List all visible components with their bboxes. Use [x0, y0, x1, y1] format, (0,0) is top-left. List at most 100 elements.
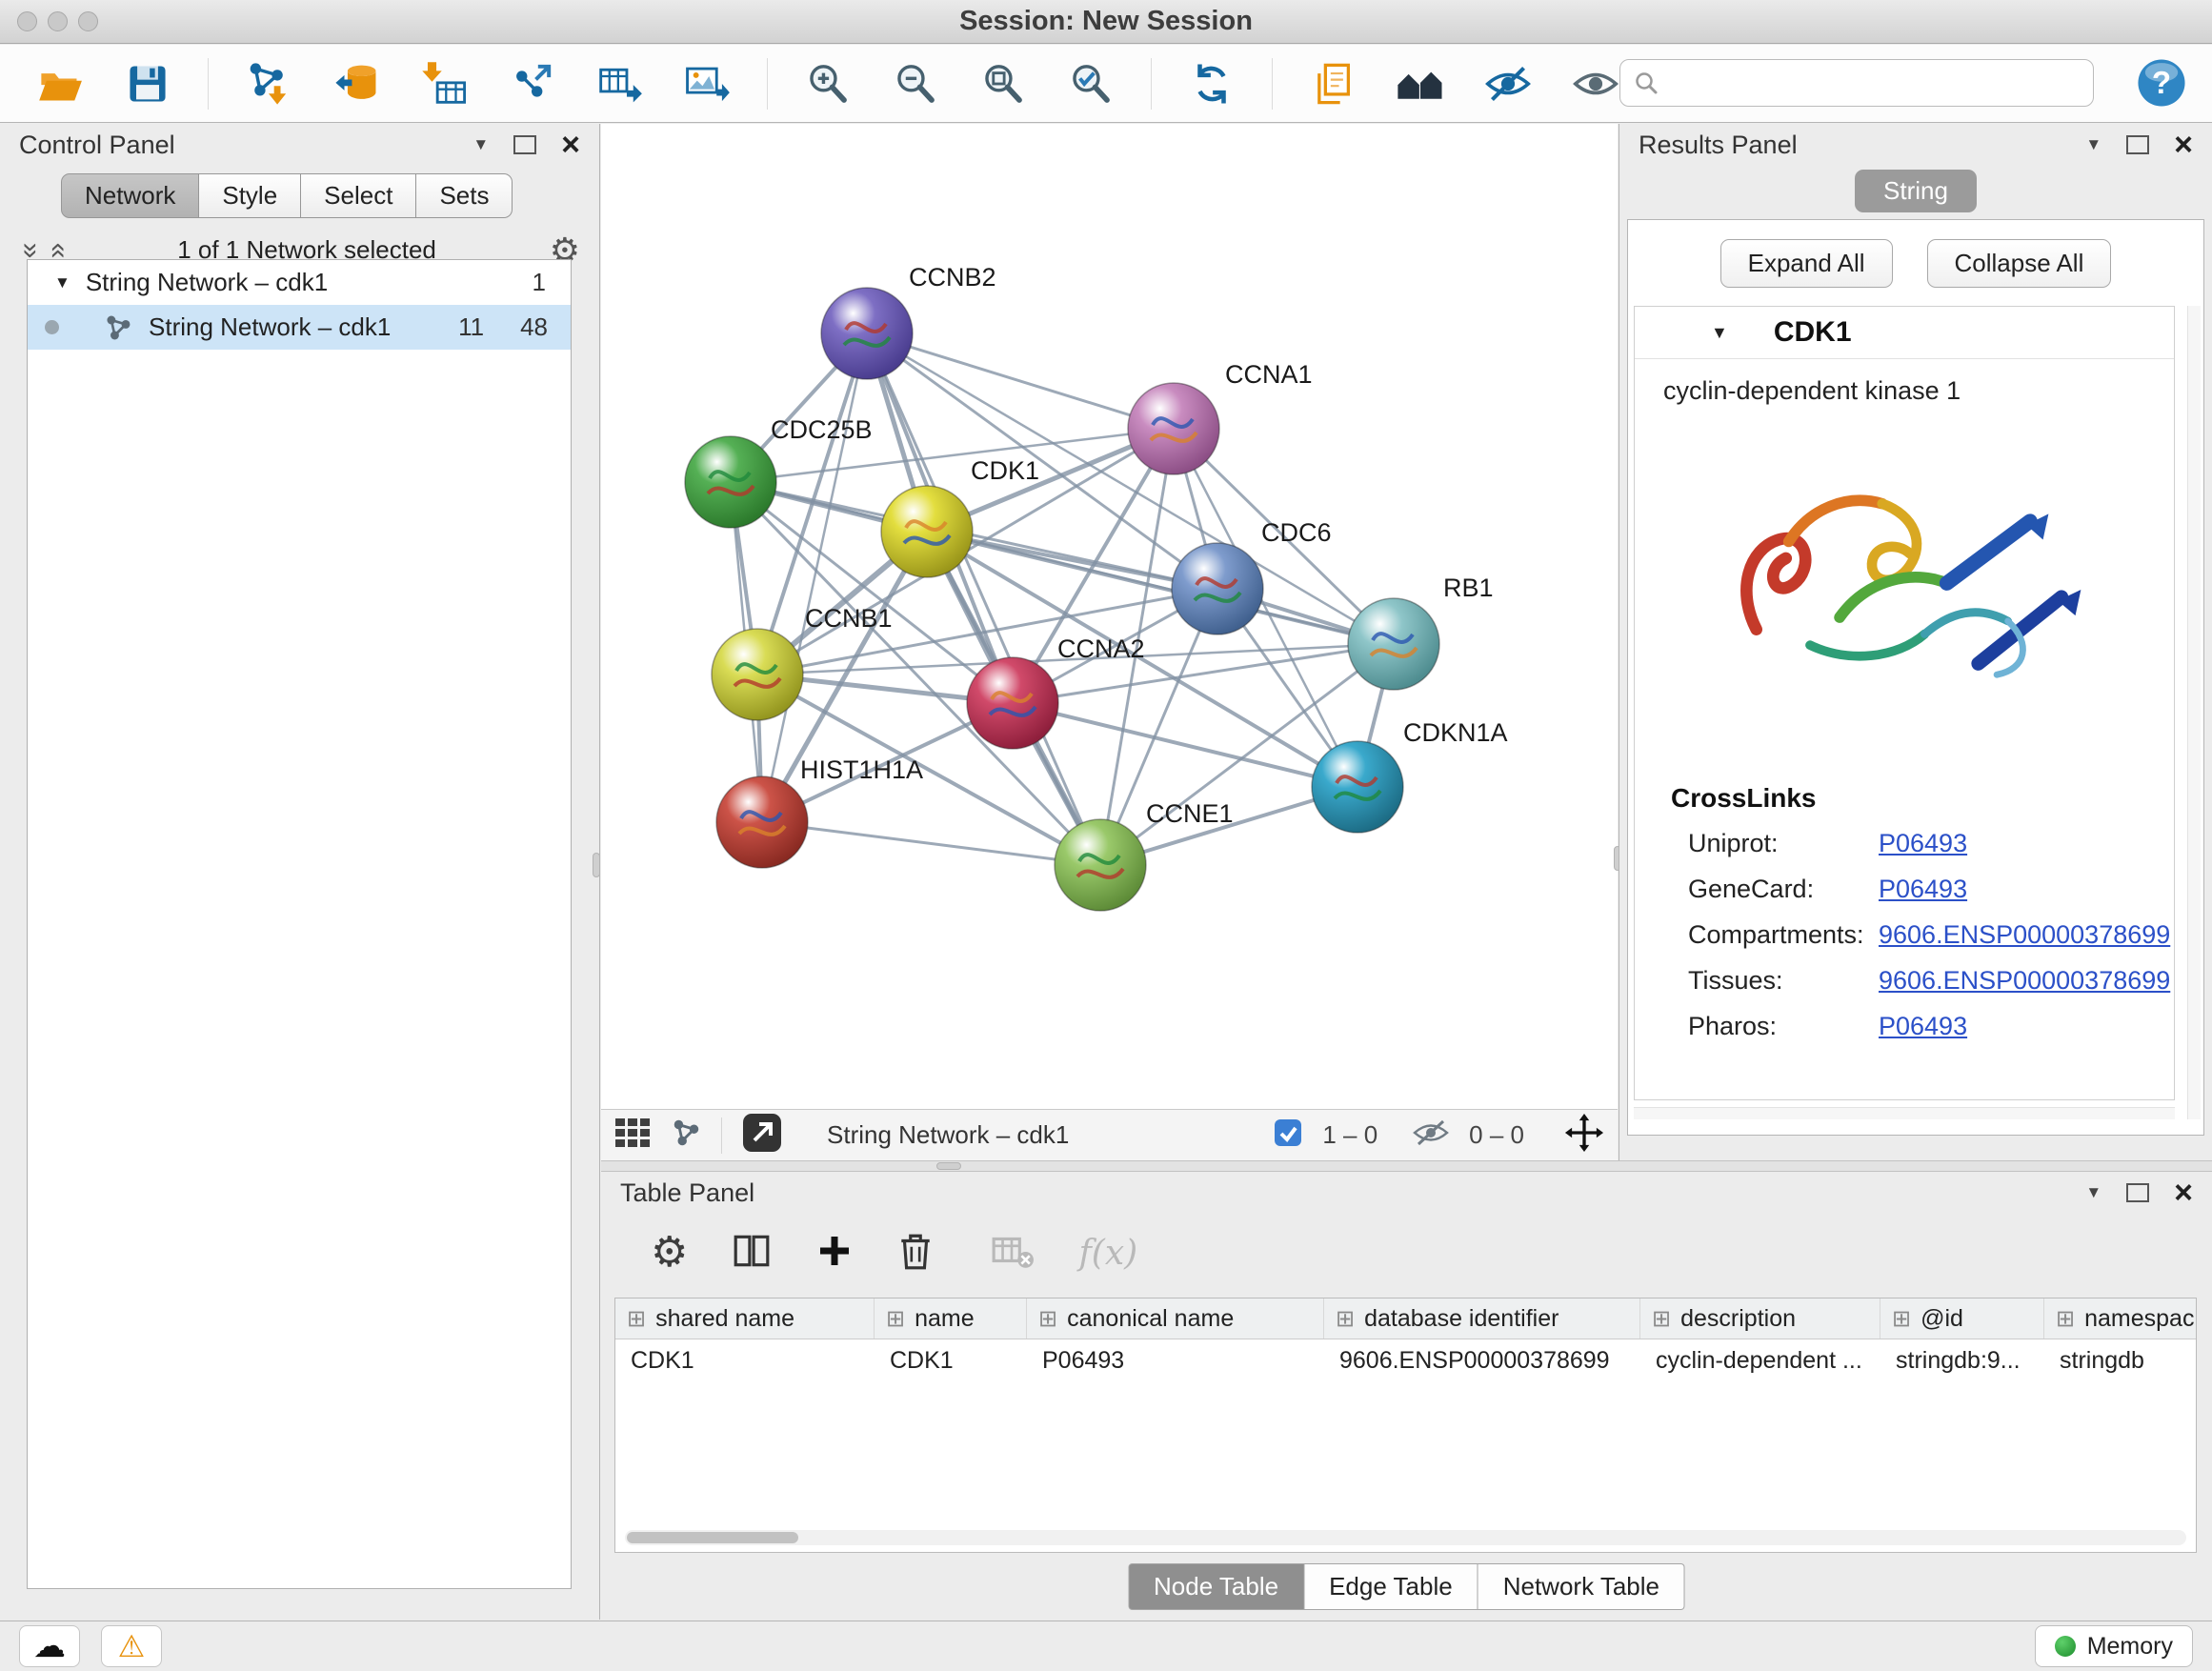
search-input[interactable]: [1668, 69, 2080, 98]
network-node-RB1[interactable]: RB1: [1348, 574, 1494, 690]
results-vertical-scrollbar[interactable]: [2187, 306, 2201, 1119]
panel-close-icon[interactable]: ×: [561, 135, 580, 154]
cloud-sync-button[interactable]: ☁: [19, 1625, 80, 1667]
cell-description[interactable]: cyclin-dependent ...: [1640, 1347, 1880, 1375]
table-row[interactable]: CDK1 CDK1 P06493 9606.ENSP00000378699 cy…: [615, 1339, 2196, 1381]
cell-canonical-name[interactable]: P06493: [1027, 1347, 1324, 1375]
delete-column-trash-icon[interactable]: [897, 1231, 934, 1276]
tab-edge-table[interactable]: Edge Table: [1304, 1563, 1478, 1610]
network-row[interactable]: String Network – cdk1 11 48: [28, 305, 571, 350]
network-edge[interactable]: [867, 333, 1100, 865]
window-close-button[interactable]: [17, 11, 37, 31]
panel-close-icon[interactable]: ×: [2174, 135, 2193, 154]
tab-string[interactable]: String: [1855, 170, 1977, 212]
tab-network-table[interactable]: Network Table: [1478, 1563, 1685, 1610]
column-header-database-identifier[interactable]: ⊞database identifier: [1324, 1299, 1640, 1339]
panel-float-icon[interactable]: [513, 135, 536, 154]
zoom-in-icon[interactable]: [800, 56, 855, 111]
cell-namespace[interactable]: stringdb: [2044, 1347, 2194, 1375]
cell-id[interactable]: stringdb:9...: [1880, 1347, 2044, 1375]
network-edge[interactable]: [867, 333, 1394, 644]
save-session-icon[interactable]: [120, 56, 175, 111]
window-zoom-button[interactable]: [78, 11, 98, 31]
import-network-database-icon[interactable]: [329, 56, 384, 111]
collection-expand-icon[interactable]: ▼: [54, 273, 70, 292]
panel-collapse-icon[interactable]: ▼: [2085, 135, 2101, 154]
network-node-HIST1H1A[interactable]: HIST1H1A: [716, 755, 923, 868]
string-share-icon[interactable]: [670, 1117, 702, 1154]
horizontal-splitter[interactable]: [601, 1160, 2212, 1172]
create-column-plus-icon[interactable]: [815, 1232, 854, 1275]
crosslink-link-tissues[interactable]: 9606.ENSP00000378699: [1879, 966, 2170, 996]
gene-card-header[interactable]: ▼ CDK1: [1635, 307, 2174, 359]
zoom-fit-icon[interactable]: [975, 56, 1031, 111]
tab-style[interactable]: Style: [199, 173, 301, 218]
export-network-icon[interactable]: [504, 56, 559, 111]
open-session-icon[interactable]: [32, 56, 88, 111]
cell-database-identifier[interactable]: 9606.ENSP00000378699: [1324, 1347, 1640, 1375]
show-all-icon[interactable]: [1568, 56, 1623, 111]
zoom-out-icon[interactable]: [888, 56, 943, 111]
tab-select[interactable]: Select: [301, 173, 416, 218]
column-header-canonical-name[interactable]: ⊞canonical name: [1027, 1299, 1324, 1339]
cell-shared-name[interactable]: CDK1: [615, 1347, 875, 1375]
table-horizontal-scrollbar[interactable]: [625, 1530, 2186, 1545]
network-node-CCNE1[interactable]: CCNE1: [1055, 799, 1234, 911]
crosslink-link-genecard[interactable]: P06493: [1879, 875, 1967, 904]
gene-card-collapse-icon[interactable]: ▼: [1711, 323, 1728, 343]
splitter-handle[interactable]: [593, 853, 600, 877]
hidden-eye-slash-icon[interactable]: [1412, 1118, 1450, 1152]
pan-crosshair-icon[interactable]: [1564, 1113, 1604, 1158]
cell-name[interactable]: CDK1: [875, 1347, 1027, 1375]
search-field[interactable]: [1619, 59, 2094, 107]
column-header-id[interactable]: ⊞@id: [1880, 1299, 2044, 1339]
tab-network[interactable]: Network: [61, 173, 199, 218]
show-columns-icon[interactable]: [732, 1231, 772, 1276]
network-node-CDK1[interactable]: CDK1: [881, 456, 1039, 577]
panel-float-icon[interactable]: [2126, 1183, 2149, 1202]
column-header-namespace[interactable]: ⊞namespac: [2044, 1299, 2194, 1339]
birdseye-view-icon[interactable]: [614, 1117, 651, 1153]
network-edge[interactable]: [762, 822, 1100, 865]
crosslink-link-pharos[interactable]: P06493: [1879, 1012, 1967, 1041]
apply-layout-icon[interactable]: [1184, 56, 1239, 111]
network-node-CCNA1[interactable]: CCNA1: [1128, 360, 1313, 474]
tab-node-table[interactable]: Node Table: [1128, 1563, 1304, 1610]
export-table-icon[interactable]: [592, 56, 647, 111]
panel-collapse-icon[interactable]: ▼: [473, 135, 489, 154]
network-edge[interactable]: [867, 333, 1174, 429]
import-table-file-icon[interactable]: [416, 56, 472, 111]
column-header-name[interactable]: ⊞name: [875, 1299, 1027, 1339]
clone-network-icon[interactable]: [1305, 56, 1360, 111]
table-settings-gear-icon[interactable]: ⚙: [651, 1238, 688, 1267]
crosslink-link-compartments[interactable]: 9606.ENSP00000378699: [1879, 920, 2170, 950]
tab-sets[interactable]: Sets: [416, 173, 513, 218]
import-network-file-icon[interactable]: [241, 56, 296, 111]
crosslink-link-uniprot[interactable]: P06493: [1879, 829, 1967, 858]
open-in-window-icon[interactable]: [741, 1112, 783, 1158]
export-image-icon[interactable]: [679, 56, 734, 111]
splitter-handle[interactable]: [936, 1162, 961, 1170]
panel-float-icon[interactable]: [2126, 135, 2149, 154]
expand-all-networks-icon[interactable]: »: [20, 242, 41, 258]
memory-button[interactable]: Memory: [2035, 1625, 2193, 1667]
panel-collapse-icon[interactable]: ▼: [2085, 1183, 2101, 1202]
column-header-shared-name[interactable]: ⊞shared name: [615, 1299, 875, 1339]
show-graphics-details-icon[interactable]: [1393, 56, 1448, 111]
scrollbar-thumb[interactable]: [627, 1532, 798, 1543]
results-horizontal-scrollbar[interactable]: [1634, 1107, 2175, 1119]
zoom-selected-icon[interactable]: [1063, 56, 1118, 111]
window-minimize-button[interactable]: [48, 11, 68, 31]
column-header-description[interactable]: ⊞description: [1640, 1299, 1880, 1339]
help-icon[interactable]: ?: [2136, 57, 2187, 109]
network-node-CCNB1[interactable]: CCNB1: [712, 604, 893, 720]
warnings-button[interactable]: ⚠: [101, 1625, 162, 1667]
network-collection-row[interactable]: ▼ String Network – cdk1 1: [28, 260, 571, 305]
selected-checkbox-icon[interactable]: [1273, 1117, 1303, 1153]
hide-selected-icon[interactable]: [1480, 56, 1536, 111]
collapse-all-button[interactable]: Collapse All: [1927, 239, 2112, 288]
network-node-CCNB2[interactable]: CCNB2: [821, 263, 996, 379]
expand-all-button[interactable]: Expand All: [1720, 239, 1893, 288]
network-node-CDKN1A[interactable]: CDKN1A: [1312, 718, 1508, 833]
panel-close-icon[interactable]: ×: [2174, 1183, 2193, 1202]
